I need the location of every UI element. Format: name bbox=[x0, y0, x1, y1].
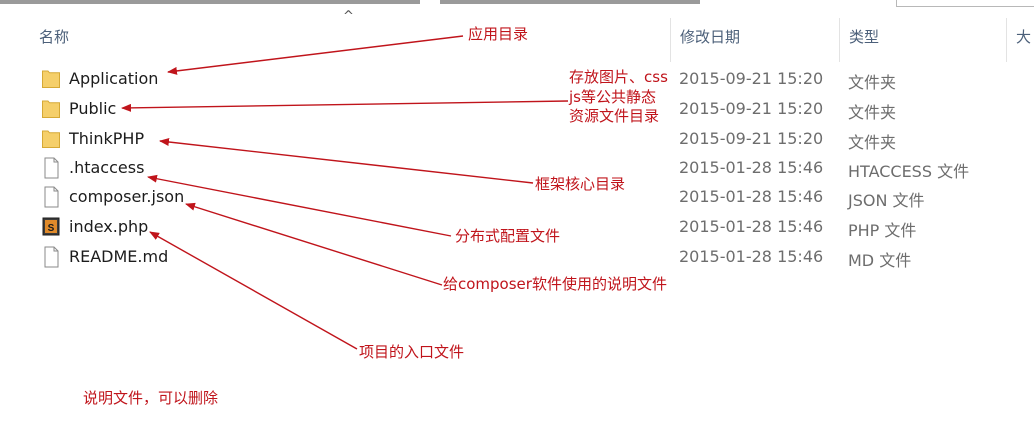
arrow-public bbox=[121, 100, 569, 112]
annotation-public-line3: 资源文件目录 bbox=[569, 107, 660, 125]
arrow-composer bbox=[185, 202, 443, 286]
annotation-thinkphp: 框架核心目录 bbox=[535, 175, 626, 193]
annotation-htaccess: 分布式配置文件 bbox=[455, 227, 561, 245]
annotation-composer: 给composer软件使用的说明文件 bbox=[443, 275, 667, 293]
arrow-thinkphp bbox=[159, 138, 534, 184]
annotation-public-line2: js等公共静态 bbox=[569, 88, 656, 106]
arrow-index bbox=[149, 231, 358, 350]
annotation-public-line1: 存放图片、css bbox=[569, 68, 668, 86]
annotation-readme: 说明文件，可以删除 bbox=[83, 389, 219, 407]
annotation-index: 项目的入口文件 bbox=[359, 343, 465, 361]
arrow-app-dir bbox=[167, 35, 464, 75]
annotation-app-dir: 应用目录 bbox=[468, 25, 529, 43]
annotation-arrows bbox=[121, 35, 569, 350]
